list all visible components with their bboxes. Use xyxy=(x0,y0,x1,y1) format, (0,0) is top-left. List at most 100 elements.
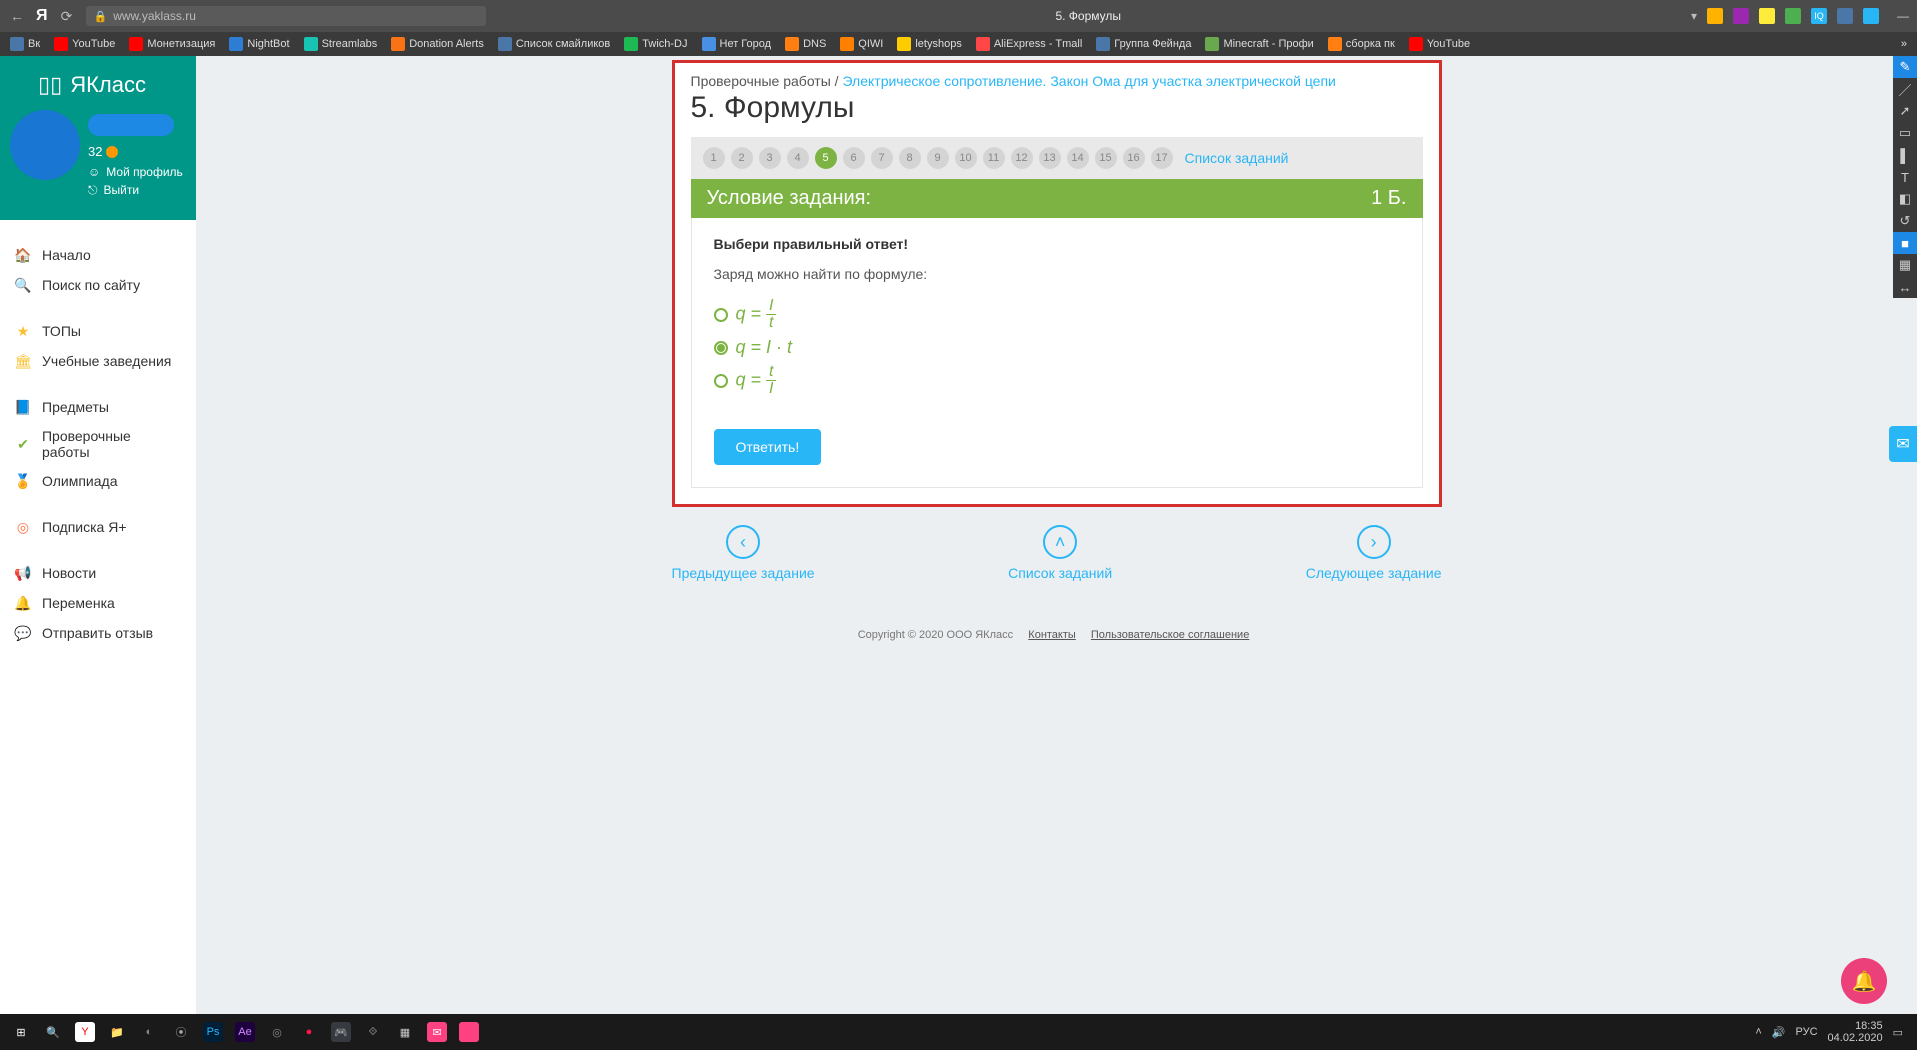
bookmark-item[interactable]: Группа Фейнда xyxy=(1096,37,1191,51)
task-pill-5[interactable]: 5 xyxy=(815,147,837,169)
taskbar-app[interactable]: Ae xyxy=(230,1017,260,1047)
taskbar-app[interactable] xyxy=(454,1017,484,1047)
ext-icon[interactable] xyxy=(1863,8,1879,24)
more-icon[interactable]: ↔ xyxy=(1893,276,1917,298)
address-bar[interactable]: 🔒 www.yaklass.ru xyxy=(86,6,486,26)
yandex-logo[interactable]: Я xyxy=(36,7,48,25)
rect-icon[interactable]: ▭ xyxy=(1893,122,1917,144)
ext-icon[interactable] xyxy=(1837,8,1853,24)
color-icon[interactable]: ◧ xyxy=(1893,188,1917,210)
ext-icon[interactable] xyxy=(1733,8,1749,24)
bookmark-item[interactable]: Монетизация xyxy=(129,37,215,51)
submit-button[interactable]: Ответить! xyxy=(714,429,822,465)
bookmark-item[interactable]: AliExpress - Tmall xyxy=(976,37,1082,51)
next-task-button[interactable]: › Следующее задание xyxy=(1306,525,1442,581)
task-list-link[interactable]: Список заданий xyxy=(1185,150,1289,166)
bookmark-item[interactable]: сборка пк xyxy=(1328,37,1395,51)
site-logo[interactable]: ▯▯ ЯКласс xyxy=(0,56,196,104)
back-button[interactable]: ← xyxy=(8,7,26,25)
taskbar-app[interactable]: ⟐ xyxy=(358,1017,388,1047)
bookmark-item[interactable]: QIWI xyxy=(840,37,883,51)
task-pill-7[interactable]: 7 xyxy=(871,147,893,169)
sidebar-item[interactable]: 📢Новости xyxy=(0,558,196,588)
answer-option-1[interactable]: q = I · t xyxy=(714,337,1400,358)
bookmark-icon[interactable]: ▾ xyxy=(1691,9,1697,23)
sidebar-item[interactable]: 🏠Начало xyxy=(0,240,196,270)
taskbar-app[interactable]: ◎ xyxy=(262,1017,292,1047)
task-pill-1[interactable]: 1 xyxy=(703,147,725,169)
task-pill-17[interactable]: 17 xyxy=(1151,147,1173,169)
footer-contacts[interactable]: Контакты xyxy=(1028,629,1076,641)
task-pill-3[interactable]: 3 xyxy=(759,147,781,169)
ext-icon[interactable]: IQ xyxy=(1811,8,1827,24)
taskbar-app[interactable]: ▦ xyxy=(390,1017,420,1047)
sidebar-item[interactable]: ✔Проверочные работы xyxy=(0,422,196,466)
logout-link[interactable]: ⎋Выйти xyxy=(88,181,183,199)
text-icon[interactable]: T xyxy=(1893,166,1917,188)
task-pill-11[interactable]: 11 xyxy=(983,147,1005,169)
breadcrumb-topic[interactable]: Электрическое сопротивление. Закон Ома д… xyxy=(842,73,1335,89)
taskbar-app[interactable]: ◐ xyxy=(134,1017,164,1047)
sidebar-item[interactable]: ★ТОПы xyxy=(0,316,196,346)
bookmark-item[interactable]: Вк xyxy=(10,37,40,51)
lang-indicator[interactable]: РУС xyxy=(1796,1026,1818,1038)
bookmark-item[interactable]: NightBot xyxy=(229,37,289,51)
bookmark-item[interactable]: letyshops xyxy=(897,37,961,51)
task-pill-14[interactable]: 14 xyxy=(1067,147,1089,169)
pencil-icon[interactable]: ✎ xyxy=(1893,56,1917,78)
bookmark-item[interactable]: Minecraft - Профи xyxy=(1205,37,1313,51)
taskbar-app[interactable]: Y xyxy=(70,1017,100,1047)
task-list-button[interactable]: ˄ Список заданий xyxy=(1008,525,1112,581)
sidebar-item[interactable]: ◎Подписка Я+ xyxy=(0,512,196,542)
bookmark-item[interactable]: YouTube xyxy=(54,37,115,51)
bookmark-item[interactable]: Twich-DJ xyxy=(624,37,687,51)
prev-task-button[interactable]: ‹ Предыдущее задание xyxy=(672,525,815,581)
bookmark-item[interactable]: Donation Alerts xyxy=(391,37,484,51)
footer-terms[interactable]: Пользовательское соглашение xyxy=(1091,629,1249,641)
breadcrumb-root[interactable]: Проверочные работы xyxy=(691,73,831,89)
sidebar-item[interactable]: 📘Предметы xyxy=(0,392,196,422)
bookmark-item[interactable]: Список смайликов xyxy=(498,37,610,51)
sound-icon[interactable]: 🔊 xyxy=(1772,1026,1786,1039)
task-pill-12[interactable]: 12 xyxy=(1011,147,1033,169)
task-pill-6[interactable]: 6 xyxy=(843,147,865,169)
notifications-bubble[interactable]: 🔔 xyxy=(1841,958,1887,1004)
taskbar-app[interactable]: ● xyxy=(294,1017,324,1047)
taskbar-app[interactable]: 🔍 xyxy=(38,1017,68,1047)
taskbar-app[interactable]: ⦿ xyxy=(166,1017,196,1047)
taskbar-app[interactable]: ✉ xyxy=(422,1017,452,1047)
bookmarks-overflow[interactable]: » xyxy=(1901,38,1907,50)
grid-icon[interactable]: ▦ xyxy=(1893,254,1917,276)
avatar[interactable] xyxy=(10,110,80,180)
feedback-tab[interactable]: ✉ xyxy=(1889,426,1917,462)
color-blue-icon[interactable]: ■ xyxy=(1893,232,1917,254)
ext-icon[interactable] xyxy=(1759,8,1775,24)
answer-option-0[interactable]: q = It xyxy=(714,298,1400,331)
ext-icon[interactable] xyxy=(1785,8,1801,24)
bookmark-item[interactable]: DNS xyxy=(785,37,826,51)
bookmark-item[interactable]: YouTube xyxy=(1409,37,1470,51)
profile-link[interactable]: ☺Мой профиль xyxy=(88,163,183,181)
task-pill-9[interactable]: 9 xyxy=(927,147,949,169)
clock[interactable]: 18:35 04.02.2020 xyxy=(1828,1020,1883,1044)
taskbar-app[interactable]: 🎮 xyxy=(326,1017,356,1047)
sidebar-item[interactable]: 💬Отправить отзыв xyxy=(0,618,196,648)
task-pill-16[interactable]: 16 xyxy=(1123,147,1145,169)
taskbar-app[interactable]: ⊞ xyxy=(6,1017,36,1047)
sidebar-item[interactable]: 🏛Учебные заведения xyxy=(0,346,196,376)
task-pill-8[interactable]: 8 xyxy=(899,147,921,169)
bookmark-item[interactable]: Streamlabs xyxy=(304,37,378,51)
sidebar-item[interactable]: 🔔Переменка xyxy=(0,588,196,618)
task-pill-13[interactable]: 13 xyxy=(1039,147,1061,169)
sidebar-item[interactable]: 🏅Олимпиада xyxy=(0,466,196,496)
action-center-icon[interactable]: ▭ xyxy=(1893,1026,1903,1039)
task-pill-2[interactable]: 2 xyxy=(731,147,753,169)
taskbar-app[interactable]: 📁 xyxy=(102,1017,132,1047)
marker-icon[interactable]: ▌ xyxy=(1893,144,1917,166)
task-pill-15[interactable]: 15 xyxy=(1095,147,1117,169)
reload-button[interactable]: ⟳ xyxy=(58,7,76,25)
line-icon[interactable]: ／ xyxy=(1893,78,1917,100)
taskbar-app[interactable]: Ps xyxy=(198,1017,228,1047)
tray-chevron-icon[interactable]: ˄ xyxy=(1755,1026,1761,1038)
bookmark-item[interactable]: Нет Город xyxy=(702,37,772,51)
